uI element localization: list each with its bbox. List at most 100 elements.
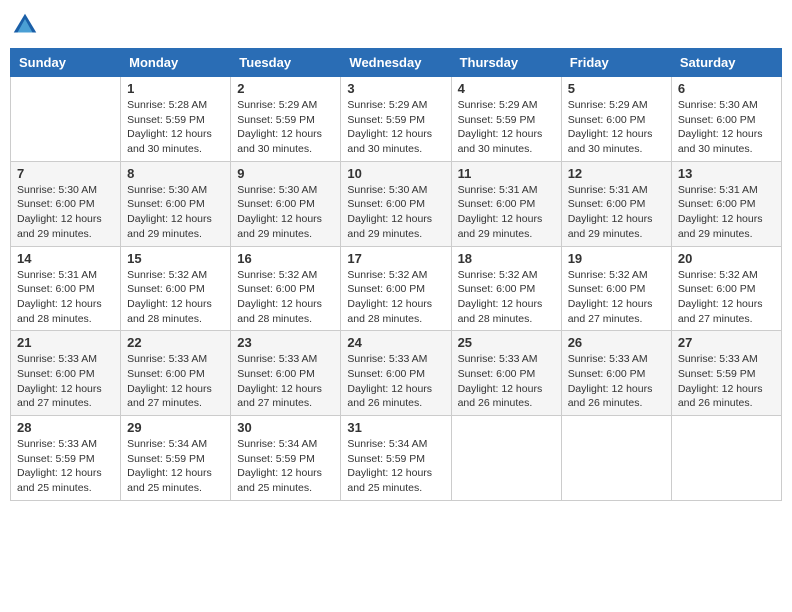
calendar-cell [671, 416, 781, 501]
calendar-cell: 25 Sunrise: 5:33 AM Sunset: 6:00 PM Dayli… [451, 331, 561, 416]
day-info: Sunrise: 5:33 AM Sunset: 6:00 PM Dayligh… [127, 352, 224, 411]
calendar-cell: 29 Sunrise: 5:34 AM Sunset: 5:59 PM Dayli… [121, 416, 231, 501]
day-info: Sunrise: 5:29 AM Sunset: 5:59 PM Dayligh… [347, 98, 444, 157]
weekday-header-monday: Monday [121, 49, 231, 77]
calendar-cell: 21 Sunrise: 5:33 AM Sunset: 6:00 PM Dayli… [11, 331, 121, 416]
calendar-cell: 15 Sunrise: 5:32 AM Sunset: 6:00 PM Dayli… [121, 246, 231, 331]
day-info: Sunrise: 5:34 AM Sunset: 5:59 PM Dayligh… [237, 437, 334, 496]
day-info: Sunrise: 5:33 AM Sunset: 6:00 PM Dayligh… [568, 352, 665, 411]
calendar-cell: 10 Sunrise: 5:30 AM Sunset: 6:00 PM Dayli… [341, 161, 451, 246]
calendar-week-row: 7 Sunrise: 5:30 AM Sunset: 6:00 PM Daylig… [11, 161, 782, 246]
day-info: Sunrise: 5:33 AM Sunset: 6:00 PM Dayligh… [17, 352, 114, 411]
day-info: Sunrise: 5:33 AM Sunset: 5:59 PM Dayligh… [678, 352, 775, 411]
calendar-cell: 5 Sunrise: 5:29 AM Sunset: 6:00 PM Daylig… [561, 77, 671, 162]
calendar-cell: 30 Sunrise: 5:34 AM Sunset: 5:59 PM Dayli… [231, 416, 341, 501]
calendar-cell: 12 Sunrise: 5:31 AM Sunset: 6:00 PM Dayli… [561, 161, 671, 246]
day-number: 6 [678, 81, 775, 96]
weekday-header-row: SundayMondayTuesdayWednesdayThursdayFrid… [11, 49, 782, 77]
day-number: 25 [458, 335, 555, 350]
calendar-cell [451, 416, 561, 501]
calendar-table: SundayMondayTuesdayWednesdayThursdayFrid… [10, 48, 782, 501]
calendar-cell: 11 Sunrise: 5:31 AM Sunset: 6:00 PM Dayli… [451, 161, 561, 246]
day-info: Sunrise: 5:30 AM Sunset: 6:00 PM Dayligh… [347, 183, 444, 242]
weekday-header-thursday: Thursday [451, 49, 561, 77]
day-number: 31 [347, 420, 444, 435]
logo[interactable] [10, 10, 44, 40]
day-info: Sunrise: 5:31 AM Sunset: 6:00 PM Dayligh… [678, 183, 775, 242]
calendar-cell [11, 77, 121, 162]
day-number: 15 [127, 251, 224, 266]
weekday-header-wednesday: Wednesday [341, 49, 451, 77]
day-number: 22 [127, 335, 224, 350]
weekday-header-saturday: Saturday [671, 49, 781, 77]
calendar-cell: 17Sunrise: 5:32 AM Sunset: 6:00 PM Dayli… [341, 246, 451, 331]
day-number: 1 [127, 81, 224, 96]
calendar-cell: 7 Sunrise: 5:30 AM Sunset: 6:00 PM Daylig… [11, 161, 121, 246]
day-number: 2 [237, 81, 334, 96]
day-info: Sunrise: 5:29 AM Sunset: 5:59 PM Dayligh… [237, 98, 334, 157]
calendar-cell: 8 Sunrise: 5:30 AM Sunset: 6:00 PM Daylig… [121, 161, 231, 246]
day-number: 12 [568, 166, 665, 181]
day-number: 13 [678, 166, 775, 181]
day-number: 8 [127, 166, 224, 181]
day-info: Sunrise: 5:32 AM Sunset: 6:00 PM Dayligh… [237, 268, 334, 327]
day-number: 26 [568, 335, 665, 350]
day-number: 16 [237, 251, 334, 266]
day-info: Sunrise: 5:30 AM Sunset: 6:00 PM Dayligh… [678, 98, 775, 157]
calendar-cell: 19Sunrise: 5:32 AM Sunset: 6:00 PM Dayli… [561, 246, 671, 331]
day-info: Sunrise: 5:32 AM Sunset: 6:00 PM Dayligh… [347, 268, 444, 327]
day-info: Sunrise: 5:30 AM Sunset: 6:00 PM Dayligh… [127, 183, 224, 242]
day-number: 9 [237, 166, 334, 181]
calendar-week-row: 21 Sunrise: 5:33 AM Sunset: 6:00 PM Dayli… [11, 331, 782, 416]
day-info: Sunrise: 5:33 AM Sunset: 6:00 PM Dayligh… [458, 352, 555, 411]
calendar-cell: 31Sunrise: 5:34 AM Sunset: 5:59 PM Dayli… [341, 416, 451, 501]
day-number: 28 [17, 420, 114, 435]
weekday-header-tuesday: Tuesday [231, 49, 341, 77]
calendar-cell: 28 Sunrise: 5:33 AM Sunset: 5:59 PM Dayli… [11, 416, 121, 501]
day-number: 5 [568, 81, 665, 96]
calendar-cell: 16 Sunrise: 5:32 AM Sunset: 6:00 PM Dayli… [231, 246, 341, 331]
weekday-header-friday: Friday [561, 49, 671, 77]
calendar-cell: 18 Sunrise: 5:32 AM Sunset: 6:00 PM Dayli… [451, 246, 561, 331]
day-info: Sunrise: 5:32 AM Sunset: 6:00 PM Dayligh… [458, 268, 555, 327]
calendar-week-row: 1 Sunrise: 5:28 AM Sunset: 5:59 PM Daylig… [11, 77, 782, 162]
day-info: Sunrise: 5:31 AM Sunset: 6:00 PM Dayligh… [17, 268, 114, 327]
calendar-week-row: 28 Sunrise: 5:33 AM Sunset: 5:59 PM Dayli… [11, 416, 782, 501]
calendar-week-row: 14 Sunrise: 5:31 AM Sunset: 6:00 PM Dayli… [11, 246, 782, 331]
day-number: 19 [568, 251, 665, 266]
calendar-cell: 22 Sunrise: 5:33 AM Sunset: 6:00 PM Dayli… [121, 331, 231, 416]
calendar-cell: 9 Sunrise: 5:30 AM Sunset: 6:00 PM Daylig… [231, 161, 341, 246]
day-number: 10 [347, 166, 444, 181]
day-info: Sunrise: 5:34 AM Sunset: 5:59 PM Dayligh… [127, 437, 224, 496]
day-info: Sunrise: 5:28 AM Sunset: 5:59 PM Dayligh… [127, 98, 224, 157]
day-info: Sunrise: 5:29 AM Sunset: 6:00 PM Dayligh… [568, 98, 665, 157]
day-info: Sunrise: 5:31 AM Sunset: 6:00 PM Dayligh… [458, 183, 555, 242]
day-number: 14 [17, 251, 114, 266]
day-info: Sunrise: 5:31 AM Sunset: 6:00 PM Dayligh… [568, 183, 665, 242]
calendar-cell: 26 Sunrise: 5:33 AM Sunset: 6:00 PM Dayli… [561, 331, 671, 416]
calendar-cell: 13 Sunrise: 5:31 AM Sunset: 6:00 PM Dayli… [671, 161, 781, 246]
day-info: Sunrise: 5:33 AM Sunset: 6:00 PM Dayligh… [347, 352, 444, 411]
day-number: 24 [347, 335, 444, 350]
day-number: 7 [17, 166, 114, 181]
calendar-cell: 1 Sunrise: 5:28 AM Sunset: 5:59 PM Daylig… [121, 77, 231, 162]
calendar-cell: 20Sunrise: 5:32 AM Sunset: 6:00 PM Dayli… [671, 246, 781, 331]
calendar-cell: 24 Sunrise: 5:33 AM Sunset: 6:00 PM Dayli… [341, 331, 451, 416]
day-number: 4 [458, 81, 555, 96]
calendar-cell: 6 Sunrise: 5:30 AM Sunset: 6:00 PM Daylig… [671, 77, 781, 162]
calendar-cell: 14 Sunrise: 5:31 AM Sunset: 6:00 PM Dayli… [11, 246, 121, 331]
weekday-header-sunday: Sunday [11, 49, 121, 77]
day-number: 11 [458, 166, 555, 181]
day-info: Sunrise: 5:33 AM Sunset: 5:59 PM Dayligh… [17, 437, 114, 496]
day-info: Sunrise: 5:30 AM Sunset: 6:00 PM Dayligh… [17, 183, 114, 242]
calendar-cell: 3Sunrise: 5:29 AM Sunset: 5:59 PM Daylig… [341, 77, 451, 162]
day-number: 18 [458, 251, 555, 266]
day-info: Sunrise: 5:29 AM Sunset: 5:59 PM Dayligh… [458, 98, 555, 157]
day-number: 29 [127, 420, 224, 435]
day-number: 21 [17, 335, 114, 350]
calendar-cell: 23Sunrise: 5:33 AM Sunset: 6:00 PM Dayli… [231, 331, 341, 416]
day-info: Sunrise: 5:30 AM Sunset: 6:00 PM Dayligh… [237, 183, 334, 242]
day-info: Sunrise: 5:32 AM Sunset: 6:00 PM Dayligh… [127, 268, 224, 327]
calendar-cell: 27Sunrise: 5:33 AM Sunset: 5:59 PM Dayli… [671, 331, 781, 416]
day-number: 30 [237, 420, 334, 435]
